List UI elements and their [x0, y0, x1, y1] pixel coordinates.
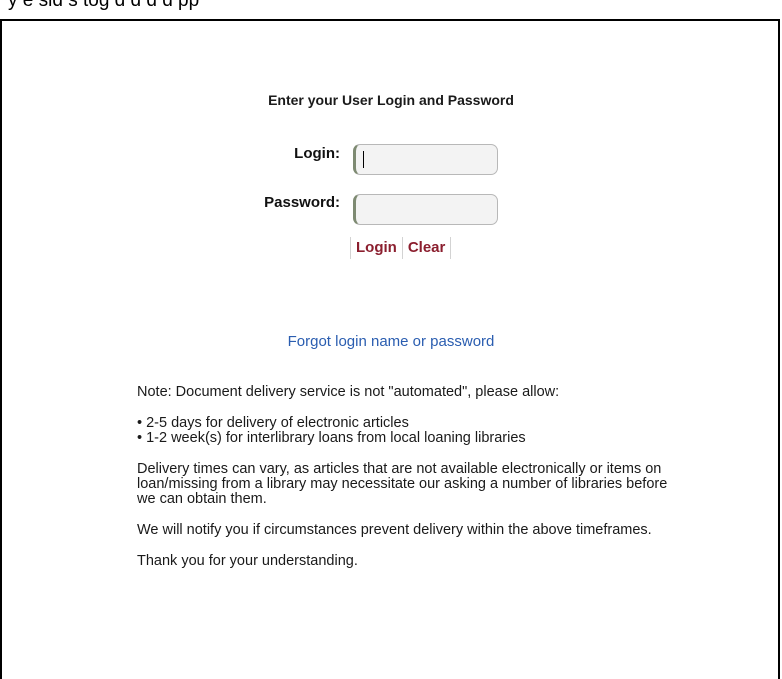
notes-bullet-electronic: • 2-5 days for delivery of electronic ar… [137, 415, 409, 431]
notes-delivery-times: Delivery times can vary, as articles tha… [137, 461, 668, 507]
login-input[interactable] [353, 144, 498, 175]
login-heading: Enter your User Login and Password [268, 92, 514, 108]
cropped-caption-text: y e sid s tog d d d d pp [8, 0, 200, 11]
password-label: Password: [264, 194, 340, 211]
form-buttons: Login Clear [350, 236, 452, 260]
login-button[interactable]: Login [350, 237, 402, 259]
delivery-notes: Note: Document delivery service is not "… [137, 385, 677, 569]
text-cursor [363, 151, 364, 168]
clear-button[interactable]: Clear [401, 237, 452, 259]
login-label: Login: [294, 145, 340, 162]
notes-notify: We will notify you if circumstances prev… [137, 522, 652, 538]
notes-bullet-interlibrary: • 1-2 week(s) for interlibrary loans fro… [137, 430, 526, 446]
forgot-password-link[interactable]: Forgot login name or password [0, 333, 782, 350]
password-input[interactable] [353, 194, 498, 225]
notes-thanks: Thank you for your understanding. [137, 553, 358, 569]
notes-intro: Note: Document delivery service is not "… [137, 384, 560, 400]
